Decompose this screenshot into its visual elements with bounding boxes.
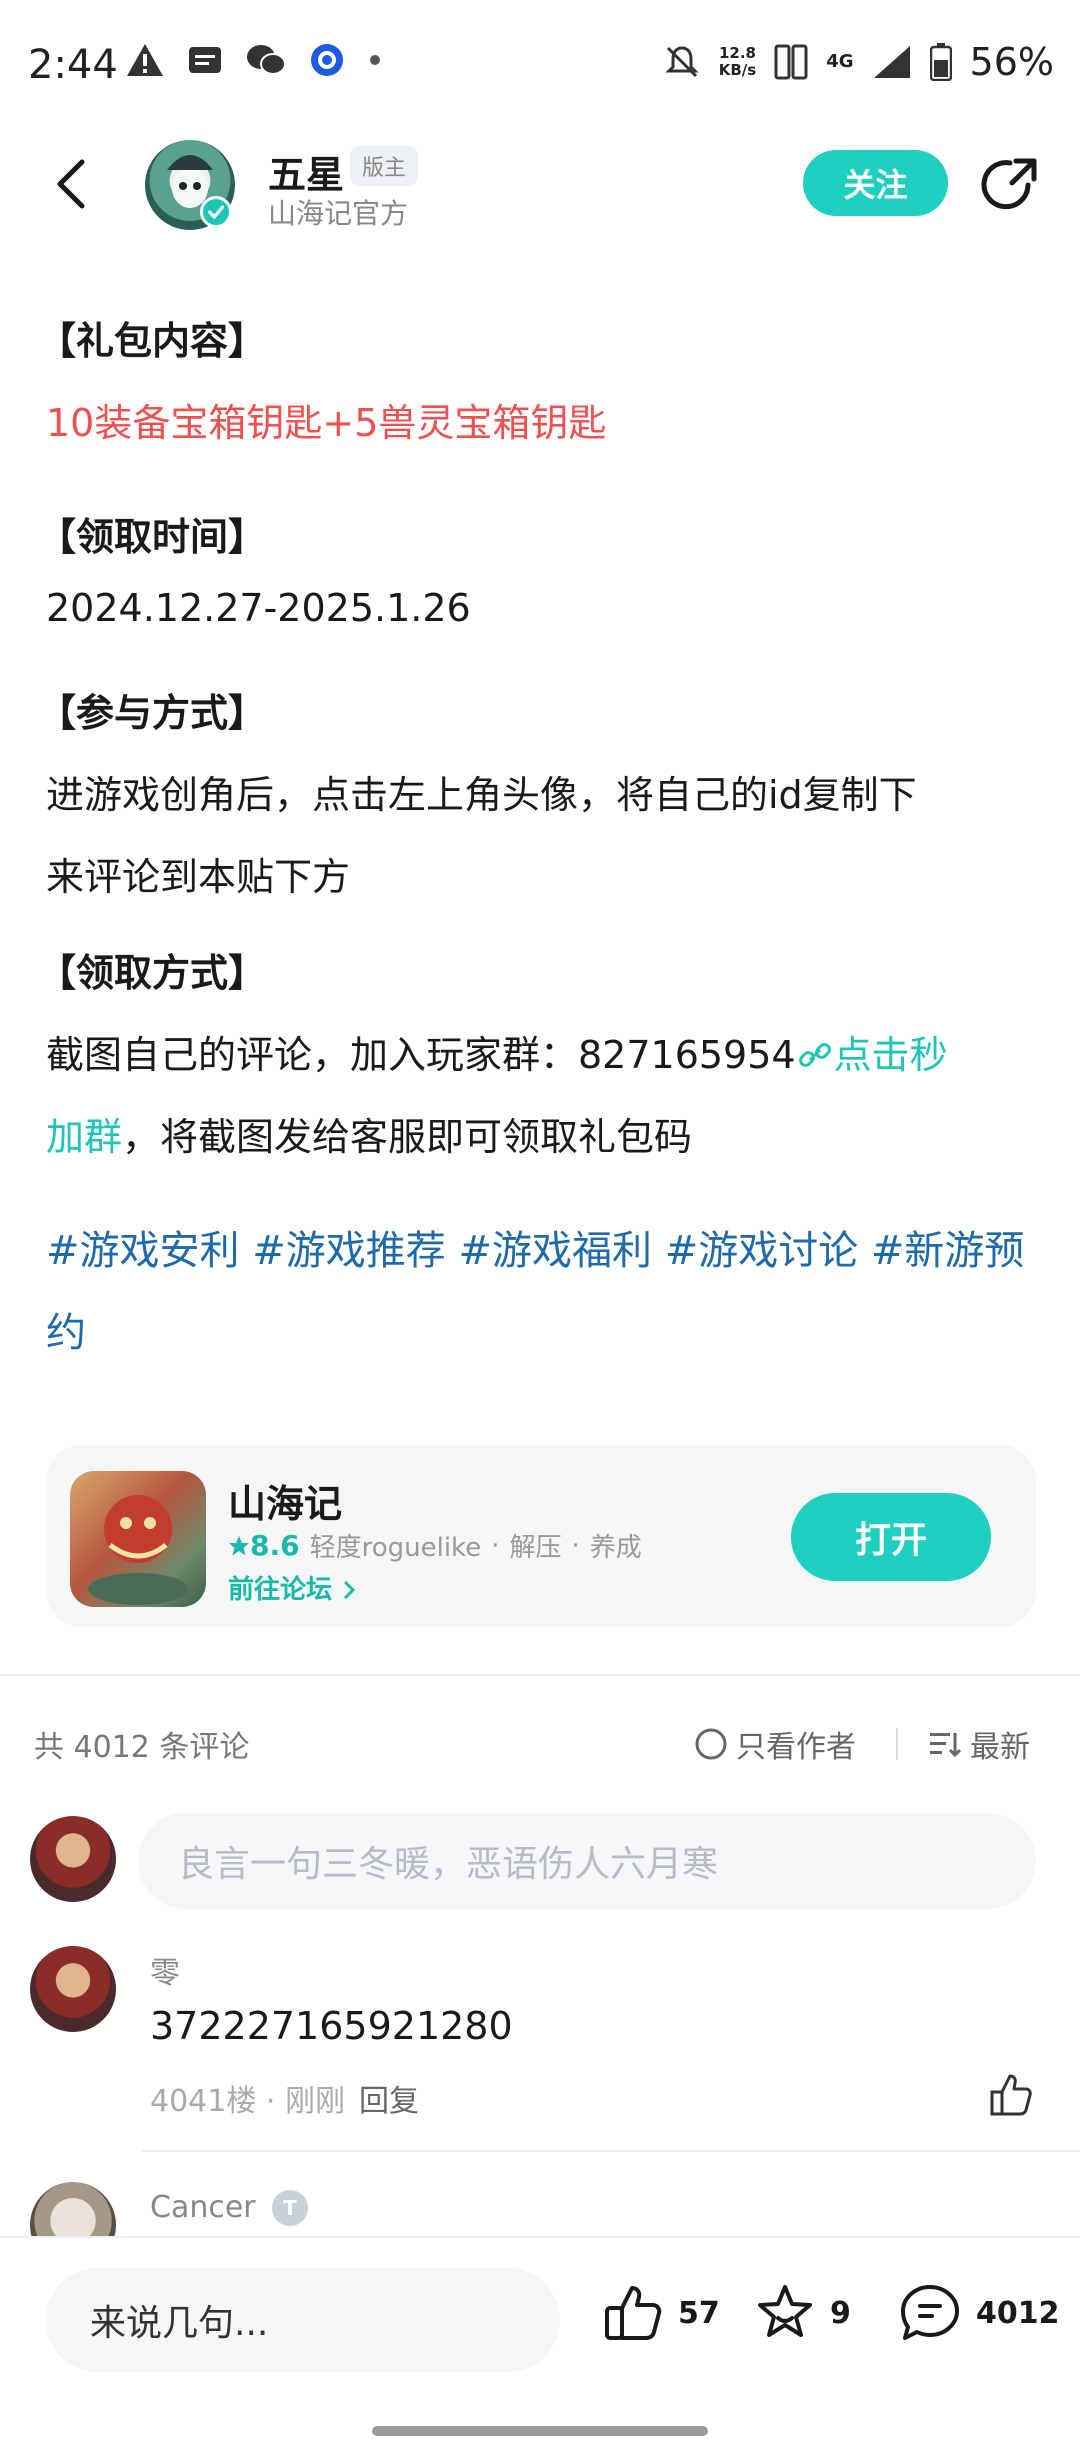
game-meta: 8.6 轻度roguelike · 解压 · 养成 (228, 1527, 642, 1564)
comment-bubble-icon (901, 2285, 959, 2340)
only-author-toggle[interactable]: 只看作者 (694, 1722, 856, 1766)
favorite-count: 9 (830, 2295, 851, 2331)
back-icon[interactable] (44, 154, 104, 214)
sort-label: 最新 (970, 1730, 1030, 1765)
status-time: 2:44 (28, 42, 118, 88)
share-icon[interactable] (978, 155, 1040, 217)
follow-button[interactable]: 关注 (803, 150, 948, 216)
like-count: 57 (678, 2295, 720, 2331)
like-button[interactable]: 57 (602, 2282, 720, 2344)
network-speed: 12.8 KB/s (719, 45, 756, 79)
author-name[interactable]: 五星 (268, 144, 344, 199)
join-group-link[interactable]: 点击秒 (834, 1033, 948, 1077)
star-icon (229, 1536, 249, 1556)
signal-icon (873, 46, 910, 78)
section-title: 【参与方式】 (38, 691, 267, 735)
only-author-label: 只看作者 (736, 1730, 856, 1765)
app-icon (311, 44, 343, 76)
bottom-comment-input[interactable]: 来说几句... (46, 2268, 560, 2372)
hashtags[interactable]: #游戏安利 #游戏推荐 #游戏福利 #游戏讨论 #新游预 约 (46, 1210, 1036, 1374)
verified-icon (200, 196, 232, 228)
commenter-name[interactable]: 零 (150, 1948, 180, 1992)
reply-button[interactable]: 回复 (359, 2076, 419, 2120)
forum-link[interactable]: 前往论坛 (228, 1569, 357, 1606)
forum-link-label: 前往论坛 (228, 1575, 333, 1605)
claim-method-line: 截图自己的评论，加入玩家群：827165954 点击秒 (46, 1014, 1036, 1096)
claim-time: 2024.12.27-2025.1.26 (46, 586, 471, 630)
dot-separator: · (571, 1530, 580, 1561)
speed-value: 12.8 (718, 44, 756, 62)
sim-icon (774, 44, 808, 80)
thumbs-up-icon (605, 2286, 662, 2340)
user-level-badge: T (272, 2190, 308, 2226)
game-icon[interactable] (70, 1471, 206, 1607)
speed-unit: KB/s (718, 61, 757, 79)
my-avatar (30, 1816, 116, 1902)
warning-icon (127, 44, 163, 76)
comment-text: 372227165921280 (150, 2004, 513, 2048)
comment-floor-time: 4041楼 · 刚刚 (150, 2084, 345, 2119)
network-type: 4G (826, 51, 854, 72)
commenter-name[interactable]: Cancer (150, 2190, 256, 2225)
mute-icon (665, 46, 699, 78)
claim-method-line: 加群，将截图发给客服即可领取礼包码 (46, 1096, 1036, 1178)
comment-divider (142, 2150, 1080, 2152)
commenter-avatar[interactable] (30, 1946, 116, 2032)
comment-meta: 4041楼 · 刚刚 回复 (150, 2076, 419, 2120)
home-indicator[interactable] (372, 2426, 708, 2436)
status-bar: 2:44 12.8 KB/s 4G 56% (0, 0, 1080, 130)
star-outline-icon (758, 2285, 812, 2337)
author-subtitle: 山海记官方 (268, 197, 409, 230)
hashtag-line[interactable]: #游戏安利 #游戏推荐 #游戏福利 #游戏讨论 #新游预 (46, 1210, 1036, 1292)
author-role-badge: 版主 (350, 146, 419, 186)
participation-line: 进游戏创角后，点击左上角头像，将自己的id复制下 (46, 773, 917, 817)
rating-value: 8.6 (250, 1529, 300, 1562)
battery-percent: 56% (969, 40, 1054, 84)
battery-icon (929, 43, 952, 81)
join-group-link[interactable]: 加群 (46, 1115, 122, 1159)
wechat-icon (247, 45, 286, 75)
game-rating: 8.6 (228, 1529, 300, 1562)
comment-total: 4012 (976, 2295, 1060, 2331)
favorite-button[interactable]: 9 (754, 2282, 851, 2344)
gift-content: 10装备宝箱钥匙+5兽灵宝箱钥匙 (46, 401, 607, 445)
status-notification-icons (125, 42, 383, 78)
sort-toggle[interactable]: 最新 (928, 1722, 1030, 1766)
game-tag: 养成 (589, 1533, 642, 1563)
separator (896, 1728, 898, 1760)
comment-input[interactable]: 良言一句三冬暖，恶语伤人六月寒 (138, 1813, 1036, 1909)
section-title: 【礼包内容】 (38, 319, 267, 363)
participation-line: 来评论到本贴下方 (46, 855, 351, 899)
post-content: 【礼包内容】 10装备宝箱钥匙+5兽灵宝箱钥匙 【领取时间】 2024.12.2… (38, 300, 1036, 1374)
section-title: 【领取方式】 (38, 951, 267, 995)
post-header: 五星 版主 山海记官方 关注 (0, 130, 1080, 240)
open-game-button[interactable]: 打开 (791, 1493, 991, 1581)
sort-icon (930, 1733, 962, 1758)
game-name[interactable]: 山海记 (228, 1473, 342, 1528)
dot-separator: · (491, 1530, 500, 1561)
section-divider (0, 1674, 1080, 1676)
section-title: 【领取时间】 (38, 515, 267, 559)
game-card[interactable]: 山海记 8.6 轻度roguelike · 解压 · 养成 前往论坛 打开 (46, 1445, 1036, 1627)
chevron-right-icon (344, 1580, 356, 1600)
claim-method-text: 截图自己的评论，加入玩家群：827165954 (46, 1033, 796, 1077)
message-icon (189, 47, 221, 73)
comment-count: 共 4012 条评论 (34, 1730, 250, 1765)
link-icon (798, 1043, 831, 1067)
game-tag: 轻度roguelike (309, 1533, 482, 1563)
dragon-icon (88, 1495, 188, 1605)
comment-button[interactable]: 4012 (898, 2282, 1060, 2344)
status-system-icons: 12.8 KB/s 4G 56% (663, 40, 1054, 84)
game-tag: 解压 (509, 1533, 562, 1563)
claim-method-text: ，将截图发给客服即可领取礼包码 (122, 1115, 693, 1159)
hashtag-line[interactable]: 约 (46, 1292, 1036, 1374)
like-icon[interactable] (988, 2072, 1034, 2118)
dot-icon (370, 55, 380, 65)
radio-circle-icon (695, 1728, 727, 1760)
